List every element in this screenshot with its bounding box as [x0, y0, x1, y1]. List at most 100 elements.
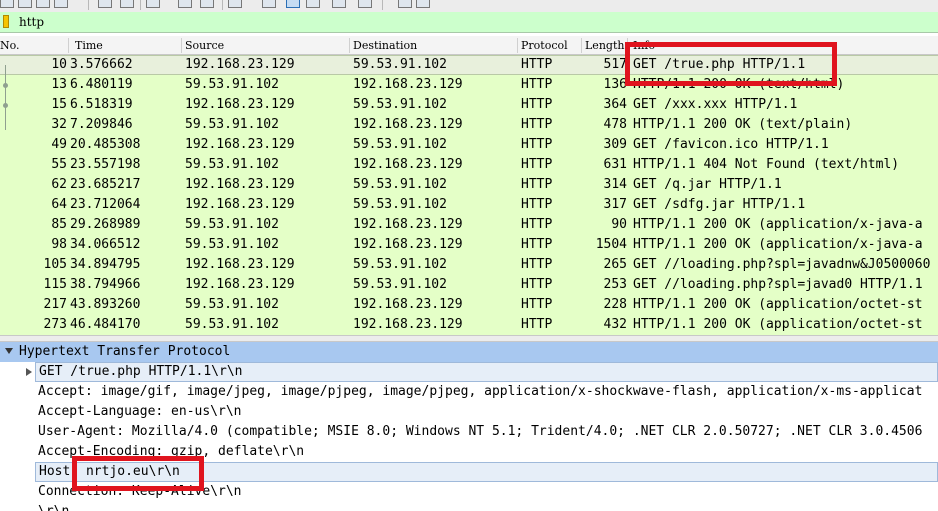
packet-protocol: HTTP	[521, 57, 553, 72]
packet-time: 23.557198	[70, 157, 141, 172]
column-header-source[interactable]: Source	[185, 39, 224, 52]
save-icon[interactable]	[18, 0, 32, 8]
packet-number: 13	[51, 77, 67, 92]
packet-list[interactable]: 10 3.576662 192.168.23.129 59.53.91.102 HTTP…	[0, 55, 938, 335]
column-divider[interactable]	[68, 38, 69, 53]
packet-row[interactable]: 62 23.685217 192.168.23.129 59.53.91.102 HTT…	[0, 175, 938, 195]
packet-destination: 192.168.23.129	[353, 157, 463, 172]
column-header-info[interactable]: Info	[633, 39, 655, 52]
packet-length: 228	[603, 297, 627, 312]
display-filter-input[interactable]: http	[19, 15, 44, 29]
last-packet-icon[interactable]	[262, 0, 276, 8]
packet-source: 192.168.23.129	[185, 177, 295, 192]
packet-info: HTTP/1.1 200 OK (text/plain)	[633, 117, 853, 132]
packet-protocol: HTTP	[521, 177, 553, 192]
tree-item-accept[interactable]: Accept: image/gif, image/jpeg, image/pjp…	[38, 382, 922, 402]
packet-length: 631	[603, 157, 627, 172]
packet-row[interactable]: 32 7.209846 59.53.91.102 192.168.23.129 HTTP…	[0, 115, 938, 135]
packet-number: 10	[51, 57, 67, 72]
packet-destination: 59.53.91.102	[353, 257, 447, 272]
packet-row[interactable]: 98 34.066512 59.53.91.102 192.168.23.129 HTT…	[0, 235, 938, 255]
tree-item-host[interactable]: Host: nrtjo.eu\r\n	[35, 462, 938, 482]
packet-info: GET //loading.php?spl=javad0 HTTP/1.1	[633, 277, 923, 292]
packet-info: HTTP/1.1 200 OK (application/octet-st	[633, 297, 923, 312]
packet-row[interactable]: 10 3.576662 192.168.23.129 59.53.91.102 HTTP…	[0, 55, 938, 75]
packet-protocol: HTTP	[521, 217, 553, 232]
packet-source: 59.53.91.102	[185, 297, 279, 312]
packet-row[interactable]: 55 23.557198 59.53.91.102 192.168.23.129 HTT…	[0, 155, 938, 175]
bookmark-icon[interactable]	[3, 15, 9, 28]
packet-protocol: HTTP	[521, 277, 553, 292]
packet-row[interactable]: 64 23.712064 192.168.23.129 59.53.91.102 HTT…	[0, 195, 938, 215]
packet-number: 115	[43, 277, 67, 292]
packet-protocol: HTTP	[521, 197, 553, 212]
tree-item-user-agent[interactable]: User-Agent: Mozilla/4.0 (compatible; MSI…	[38, 422, 922, 442]
packet-source: 192.168.23.129	[185, 197, 295, 212]
packet-protocol: HTTP	[521, 97, 553, 112]
packet-source: 59.53.91.102	[185, 237, 279, 252]
packet-info: GET /true.php HTTP/1.1	[633, 57, 806, 72]
reload-icon[interactable]	[54, 0, 68, 8]
packet-protocol: HTTP	[521, 157, 553, 172]
normal-size-icon[interactable]	[398, 0, 412, 8]
go-back-icon[interactable]	[146, 0, 160, 8]
column-header-no[interactable]: No.	[0, 39, 20, 52]
packet-length: 517	[603, 57, 627, 72]
print-icon[interactable]	[98, 0, 112, 8]
tree-item-connection[interactable]: Connection: Keep-Alive\r\n	[38, 482, 242, 502]
column-divider[interactable]	[581, 38, 582, 53]
go-to-packet-icon[interactable]	[200, 0, 214, 8]
zoom-out-icon[interactable]	[358, 0, 372, 8]
tree-item-blank-line[interactable]: \r\n	[38, 502, 69, 511]
packet-row[interactable]: 13 6.480119 59.53.91.102 192.168.23.129 HTTP…	[0, 75, 938, 95]
packet-row[interactable]: 105 34.894795 192.168.23.129 59.53.91.102 HT…	[0, 255, 938, 275]
colorize-icon[interactable]	[286, 0, 300, 8]
packet-time: 3.576662	[70, 57, 133, 72]
first-packet-icon[interactable]	[228, 0, 242, 8]
packet-row[interactable]: 85 29.268989 59.53.91.102 192.168.23.129 HTT…	[0, 215, 938, 235]
column-divider[interactable]	[349, 38, 350, 53]
packet-row[interactable]: 217 43.893260 59.53.91.102 192.168.23.129 HT…	[0, 295, 938, 315]
packet-destination: 59.53.91.102	[353, 137, 447, 152]
packet-info: HTTP/1.1 200 OK (application/x-java-a	[633, 217, 923, 232]
packet-source: 59.53.91.102	[185, 317, 279, 332]
column-header-destination[interactable]: Destination	[353, 39, 417, 52]
expand-arrow-icon[interactable]	[26, 368, 32, 376]
pane-splitter[interactable]	[0, 335, 938, 342]
column-divider[interactable]	[181, 38, 182, 53]
packet-time: 23.685217	[70, 177, 141, 192]
column-header-time[interactable]: Time	[75, 39, 103, 52]
packet-row[interactable]: 273 46.484170 59.53.91.102 192.168.23.129 HT…	[0, 315, 938, 335]
packet-source: 59.53.91.102	[185, 217, 279, 232]
packet-destination: 192.168.23.129	[353, 217, 463, 232]
related-packet-line	[5, 65, 6, 130]
tree-item-http[interactable]: Hypertext Transfer Protocol	[0, 342, 938, 362]
tree-item-accept-language[interactable]: Accept-Language: en-us\r\n	[38, 402, 242, 422]
packet-destination: 192.168.23.129	[353, 117, 463, 132]
tree-item-accept-encoding[interactable]: Accept-Encoding: gzip, deflate\r\n	[38, 442, 304, 462]
collapse-arrow-icon[interactable]	[5, 348, 13, 354]
auto-scroll-icon[interactable]	[306, 0, 320, 8]
packet-length: 432	[603, 317, 627, 332]
open-file-icon[interactable]	[0, 0, 14, 8]
column-divider[interactable]	[517, 38, 518, 53]
packet-time: 43.893260	[70, 297, 141, 312]
toolbar-separator	[88, 0, 89, 10]
find-icon[interactable]	[120, 0, 134, 8]
go-forward-icon[interactable]	[178, 0, 192, 8]
column-divider[interactable]	[627, 38, 628, 53]
zoom-in-icon[interactable]	[332, 0, 346, 8]
packet-destination: 59.53.91.102	[353, 177, 447, 192]
host-text: Host: nrtjo.eu\r\n	[39, 464, 180, 479]
resize-columns-icon[interactable]	[416, 0, 430, 8]
tree-item-request-line[interactable]: GET /true.php HTTP/1.1\r\n	[26, 362, 938, 382]
packet-source: 192.168.23.129	[185, 277, 295, 292]
column-header-length[interactable]: Length	[585, 39, 624, 52]
packet-row[interactable]: 49 20.485308 192.168.23.129 59.53.91.102 HTT…	[0, 135, 938, 155]
packet-row[interactable]: 15 6.518319 192.168.23.129 59.53.91.102 HTTP…	[0, 95, 938, 115]
packet-source: 192.168.23.129	[185, 137, 295, 152]
packet-row[interactable]: 115 38.794966 192.168.23.129 59.53.91.102 HT…	[0, 275, 938, 295]
packet-number: 98	[51, 237, 67, 252]
close-file-icon[interactable]	[36, 0, 50, 8]
column-header-protocol[interactable]: Protocol	[521, 39, 568, 52]
